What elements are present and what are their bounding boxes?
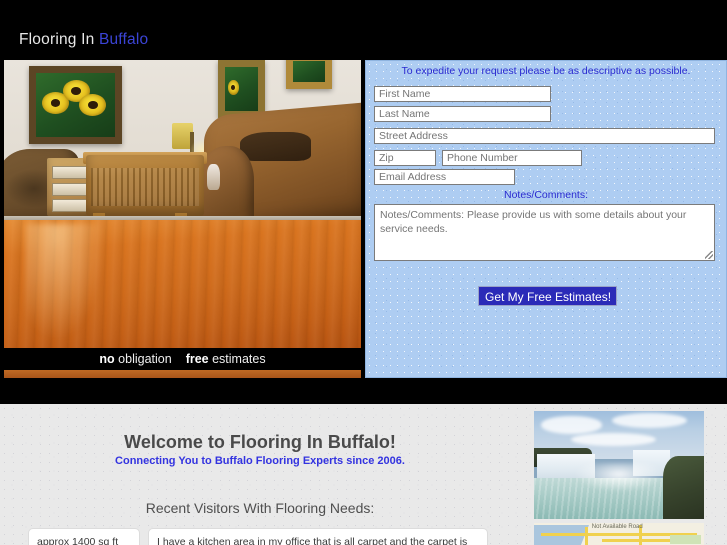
caption-obligation: obligation <box>114 352 172 366</box>
site-title-accent: Buffalo <box>98 31 149 48</box>
visitor-note-box: I have a kitchen area in my office that … <box>148 528 488 545</box>
vase <box>207 163 221 190</box>
page-root: Flooring In Buffalo no obligation free e… <box>0 0 727 545</box>
drawer <box>52 199 88 213</box>
first-name-input[interactable] <box>374 86 551 102</box>
hero-caption: no obligation free estimates <box>4 348 361 370</box>
niagara-falls-image <box>534 411 704 519</box>
form-headline: To expedite your request please be as de… <box>401 65 691 77</box>
cloud <box>571 432 657 446</box>
drawer <box>52 183 88 196</box>
recent-visitors-heading: Recent Visitors With Flooring Needs: <box>145 500 375 516</box>
area-map-image: Not Available Road <box>534 523 704 545</box>
phone-number-input[interactable] <box>442 150 582 166</box>
visitor-size-box: approx 1400 sq ft <box>28 528 140 545</box>
mist <box>574 462 664 491</box>
caption-estimates: estimates <box>208 352 266 366</box>
caption-free: free <box>185 352 209 366</box>
wall-picture-frame <box>218 60 265 118</box>
hero-accent-strip <box>4 370 361 378</box>
zip-input[interactable] <box>374 150 436 166</box>
living-room-illustration <box>4 60 361 348</box>
map-road <box>585 526 588 545</box>
rock-outcrop <box>663 456 704 519</box>
sofa-cushion <box>239 132 311 161</box>
welcome-heading: Welcome to Flooring In Buffalo! <box>124 432 396 452</box>
street-address-input[interactable] <box>374 128 715 144</box>
sunflower-painting-frame <box>28 65 122 144</box>
notes-textarea[interactable] <box>374 204 715 261</box>
painting-canvas <box>293 61 326 82</box>
map-park-area <box>670 535 701 545</box>
last-name-input[interactable] <box>374 106 551 122</box>
caption-no: no <box>99 352 115 366</box>
wall-picture-frame <box>286 60 333 89</box>
map-label: Not Available Road <box>591 523 643 530</box>
floor-reflection <box>25 224 104 340</box>
email-address-input[interactable] <box>374 169 515 185</box>
estimate-request-form: To expedite your request please be as de… <box>365 60 727 378</box>
hero-image <box>4 60 361 348</box>
cloud <box>540 416 602 434</box>
site-header: Flooring In Buffalo <box>0 0 727 58</box>
welcome-subheading: Connecting You to Buffalo Flooring Exper… <box>115 455 405 467</box>
site-title: Flooring In Buffalo <box>19 31 148 49</box>
site-title-plain: Flooring In <box>19 31 99 48</box>
get-free-estimates-button[interactable]: Get My Free Estimates! <box>478 286 617 306</box>
coffee-table <box>86 155 204 216</box>
notes-label: Notes/Comments: <box>503 189 589 201</box>
drawer <box>52 165 88 179</box>
sunflower-icon <box>227 80 239 95</box>
